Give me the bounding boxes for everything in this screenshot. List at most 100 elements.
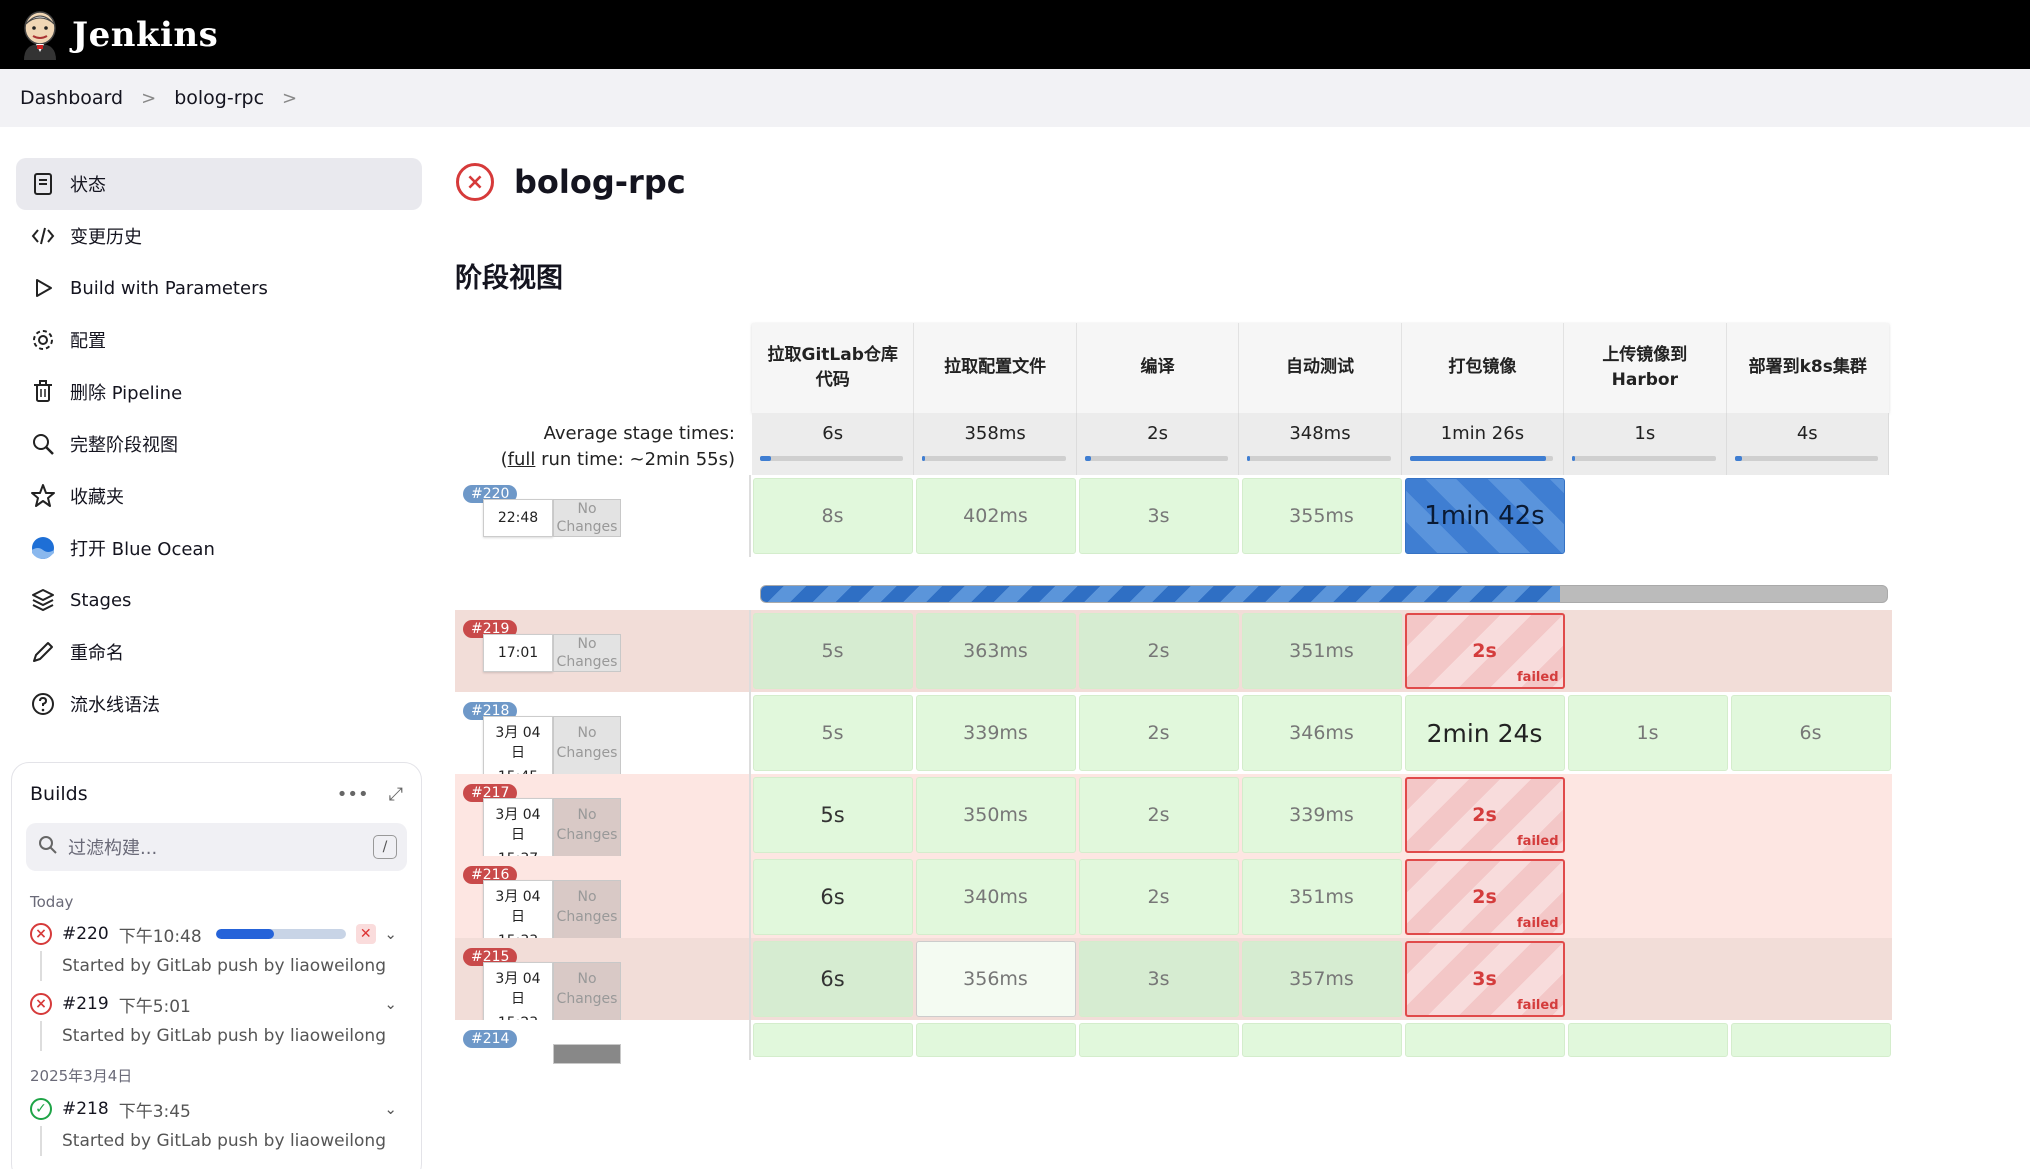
stage-cell-success[interactable]: 402ms xyxy=(915,478,1076,554)
build-row-218[interactable]: ✓ #218 下午3:45 ⌄ xyxy=(12,1092,421,1126)
avg-time-value: 348ms xyxy=(1289,423,1351,444)
stage-cell-success[interactable]: 5s xyxy=(752,695,913,771)
stage-cell-success[interactable]: 6s xyxy=(752,859,913,935)
stage-cell-success[interactable] xyxy=(1404,1023,1565,1057)
stage-cell-success[interactable]: 351ms xyxy=(1241,613,1402,689)
breadcrumb-job[interactable]: bolog-rpc xyxy=(174,87,264,109)
build-run-row: #219 17:01 No Changes 5s 363ms 2s 351ms 2s faile… xyxy=(455,610,1892,692)
code-icon xyxy=(30,223,56,249)
sidebar-item-stages[interactable]: Stages xyxy=(16,574,422,626)
stage-cell-success[interactable]: 339ms xyxy=(1241,777,1402,853)
failed-icon: × xyxy=(30,923,52,945)
chevron-down-icon[interactable]: ⌄ xyxy=(384,995,397,1013)
stage-cell-success[interactable]: 340ms xyxy=(915,859,1076,935)
full-run-link[interactable]: full xyxy=(508,449,536,470)
stage-cell-success[interactable]: 346ms xyxy=(1241,695,1402,771)
stage-duration: 355ms xyxy=(1289,505,1354,527)
stage-duration: 2s xyxy=(1147,640,1170,662)
stage-cell-success[interactable]: 1s xyxy=(1567,695,1728,771)
avg-time-bar-fill xyxy=(760,456,772,461)
jenkins-logo[interactable]: Jenkins xyxy=(20,10,218,60)
build-number[interactable]: #219 xyxy=(62,994,109,1014)
stage-cell-failed[interactable]: 2s failed xyxy=(1404,859,1565,935)
stage-cell-success[interactable]: 351ms xyxy=(1241,859,1402,935)
stage-cell-failed[interactable]: 2s failed xyxy=(1404,777,1565,853)
stage-cell-success[interactable] xyxy=(1078,1023,1239,1057)
abort-build-icon[interactable]: ✕ xyxy=(355,924,376,944)
stage-cell-success[interactable]: 355ms xyxy=(1241,478,1402,554)
sidebar-item-full-stage-view[interactable]: 完整阶段视图 xyxy=(16,418,422,470)
stage-cells: 6s 356ms 3s 357ms 3s failed xyxy=(751,938,1892,1020)
build-row-220[interactable]: × #220 下午10:48 ✕ ⌄ xyxy=(12,917,421,951)
build-number[interactable]: #218 xyxy=(62,1099,109,1119)
sidebar-item-pipeline-syntax[interactable]: 流水线语法 xyxy=(16,678,422,730)
stage-cell-failed[interactable]: 3s failed xyxy=(1404,941,1565,1017)
stage-cell-success[interactable]: 6s xyxy=(752,941,913,1017)
stage-cell-success[interactable]: 2min 24s xyxy=(1404,695,1565,771)
avg-stage-time: 2s xyxy=(1077,413,1240,475)
stage-cell-success[interactable]: 5s xyxy=(752,613,913,689)
stage-cell-success[interactable] xyxy=(752,1023,913,1057)
stage-cell-running[interactable]: 1min 42s xyxy=(1404,478,1565,554)
build-number[interactable]: #220 xyxy=(62,924,109,944)
stage-cell-success[interactable]: 2s xyxy=(1078,613,1239,689)
stage-duration: 340ms xyxy=(963,886,1028,908)
build-run-row: #214 xyxy=(455,1020,1892,1064)
avg-time-bar xyxy=(760,456,904,461)
sidebar-item-changes[interactable]: 变更历史 xyxy=(16,210,422,262)
stage-cell-success[interactable]: 363ms xyxy=(915,613,1076,689)
stage-cell-success[interactable]: 357ms xyxy=(1241,941,1402,1017)
search-icon xyxy=(30,431,56,457)
build-row-219[interactable]: × #219 下午5:01 ⌄ xyxy=(12,987,421,1021)
chevron-down-icon[interactable]: ⌄ xyxy=(384,1100,397,1118)
stage-cell-success[interactable]: 2s xyxy=(1078,777,1239,853)
stage-cell-success[interactable]: 356ms xyxy=(915,941,1076,1017)
run-date: 22:48 xyxy=(483,499,553,537)
stage-cell-success[interactable] xyxy=(1241,1023,1402,1057)
sidebar-item-delete-pipeline[interactable]: 删除 Pipeline xyxy=(16,366,422,418)
stage-duration: 351ms xyxy=(1289,886,1354,908)
stage-cell-success[interactable]: 5s xyxy=(752,777,913,853)
trash-icon xyxy=(30,379,56,405)
stage-duration: 351ms xyxy=(1289,640,1354,662)
stage-cell-success[interactable]: 2s xyxy=(1078,859,1239,935)
expand-icon[interactable]: ⤢ xyxy=(389,784,403,805)
chevron-right-icon[interactable]: > xyxy=(282,88,297,109)
avg-time-value: 6s xyxy=(822,423,844,444)
more-options-icon[interactable]: ••• xyxy=(337,784,369,805)
no-changes-label[interactable]: No Changes xyxy=(553,499,621,537)
stage-cell-success[interactable] xyxy=(1567,1023,1728,1057)
chevron-down-icon[interactable]: ⌄ xyxy=(384,925,397,943)
build-time: 下午3:45 xyxy=(118,1101,191,1122)
stage-cell-success[interactable] xyxy=(915,1023,1076,1057)
build-filter-input[interactable]: 过滤构建... / xyxy=(26,823,407,871)
stage-cell-success[interactable]: 2s xyxy=(1078,695,1239,771)
stage-cell-success[interactable]: 3s xyxy=(1078,478,1239,554)
stage-cell-success[interactable]: 339ms xyxy=(915,695,1076,771)
run-info: #2163月 04 日15:33No Changes xyxy=(455,856,751,958)
no-changes-label[interactable]: No Changes xyxy=(553,634,621,672)
run-date-time: 17:01 xyxy=(497,645,539,661)
stage-cell-success[interactable] xyxy=(1730,1023,1891,1057)
average-times-row: 6s 358ms 2s 348ms 1min 26s 1s 4s xyxy=(752,413,1889,475)
sidebar-item-favorite[interactable]: 收藏夹 xyxy=(16,470,422,522)
stage-cell-failed[interactable]: 2s failed xyxy=(1404,613,1565,689)
sidebar-item-build-with-parameters[interactable]: Build with Parameters xyxy=(16,262,422,314)
sidebar-item-blue-ocean[interactable]: 打开 Blue Ocean xyxy=(16,522,422,574)
stage-cell-success[interactable]: 6s xyxy=(1730,695,1891,771)
sidebar-item-configure[interactable]: 配置 xyxy=(16,314,422,366)
breadcrumb-dashboard[interactable]: Dashboard xyxy=(20,87,123,109)
run-date-day: 3月 04 日 xyxy=(495,807,541,843)
stage-cell-success[interactable]: 350ms xyxy=(915,777,1076,853)
sidebar-item-status[interactable]: 状态 xyxy=(16,158,422,210)
failed-label: failed xyxy=(1517,670,1559,685)
builds-panel: Builds ••• ⤢ 过滤构建... / Today × #220 下午10… xyxy=(11,762,422,1169)
stage-cells: 6s 340ms 2s 351ms 2s failed xyxy=(751,856,1892,938)
stage-header: 拉取配置文件 xyxy=(914,323,1077,413)
stage-cell-success[interactable]: 8s xyxy=(752,478,913,554)
stage-cells xyxy=(751,1020,1892,1060)
avg-label-line1: Average stage times: xyxy=(543,423,735,444)
stage-cell-success[interactable]: 3s xyxy=(1078,941,1239,1017)
build-number-badge[interactable]: #214 xyxy=(463,1030,518,1048)
sidebar-item-rename[interactable]: 重命名 xyxy=(16,626,422,678)
